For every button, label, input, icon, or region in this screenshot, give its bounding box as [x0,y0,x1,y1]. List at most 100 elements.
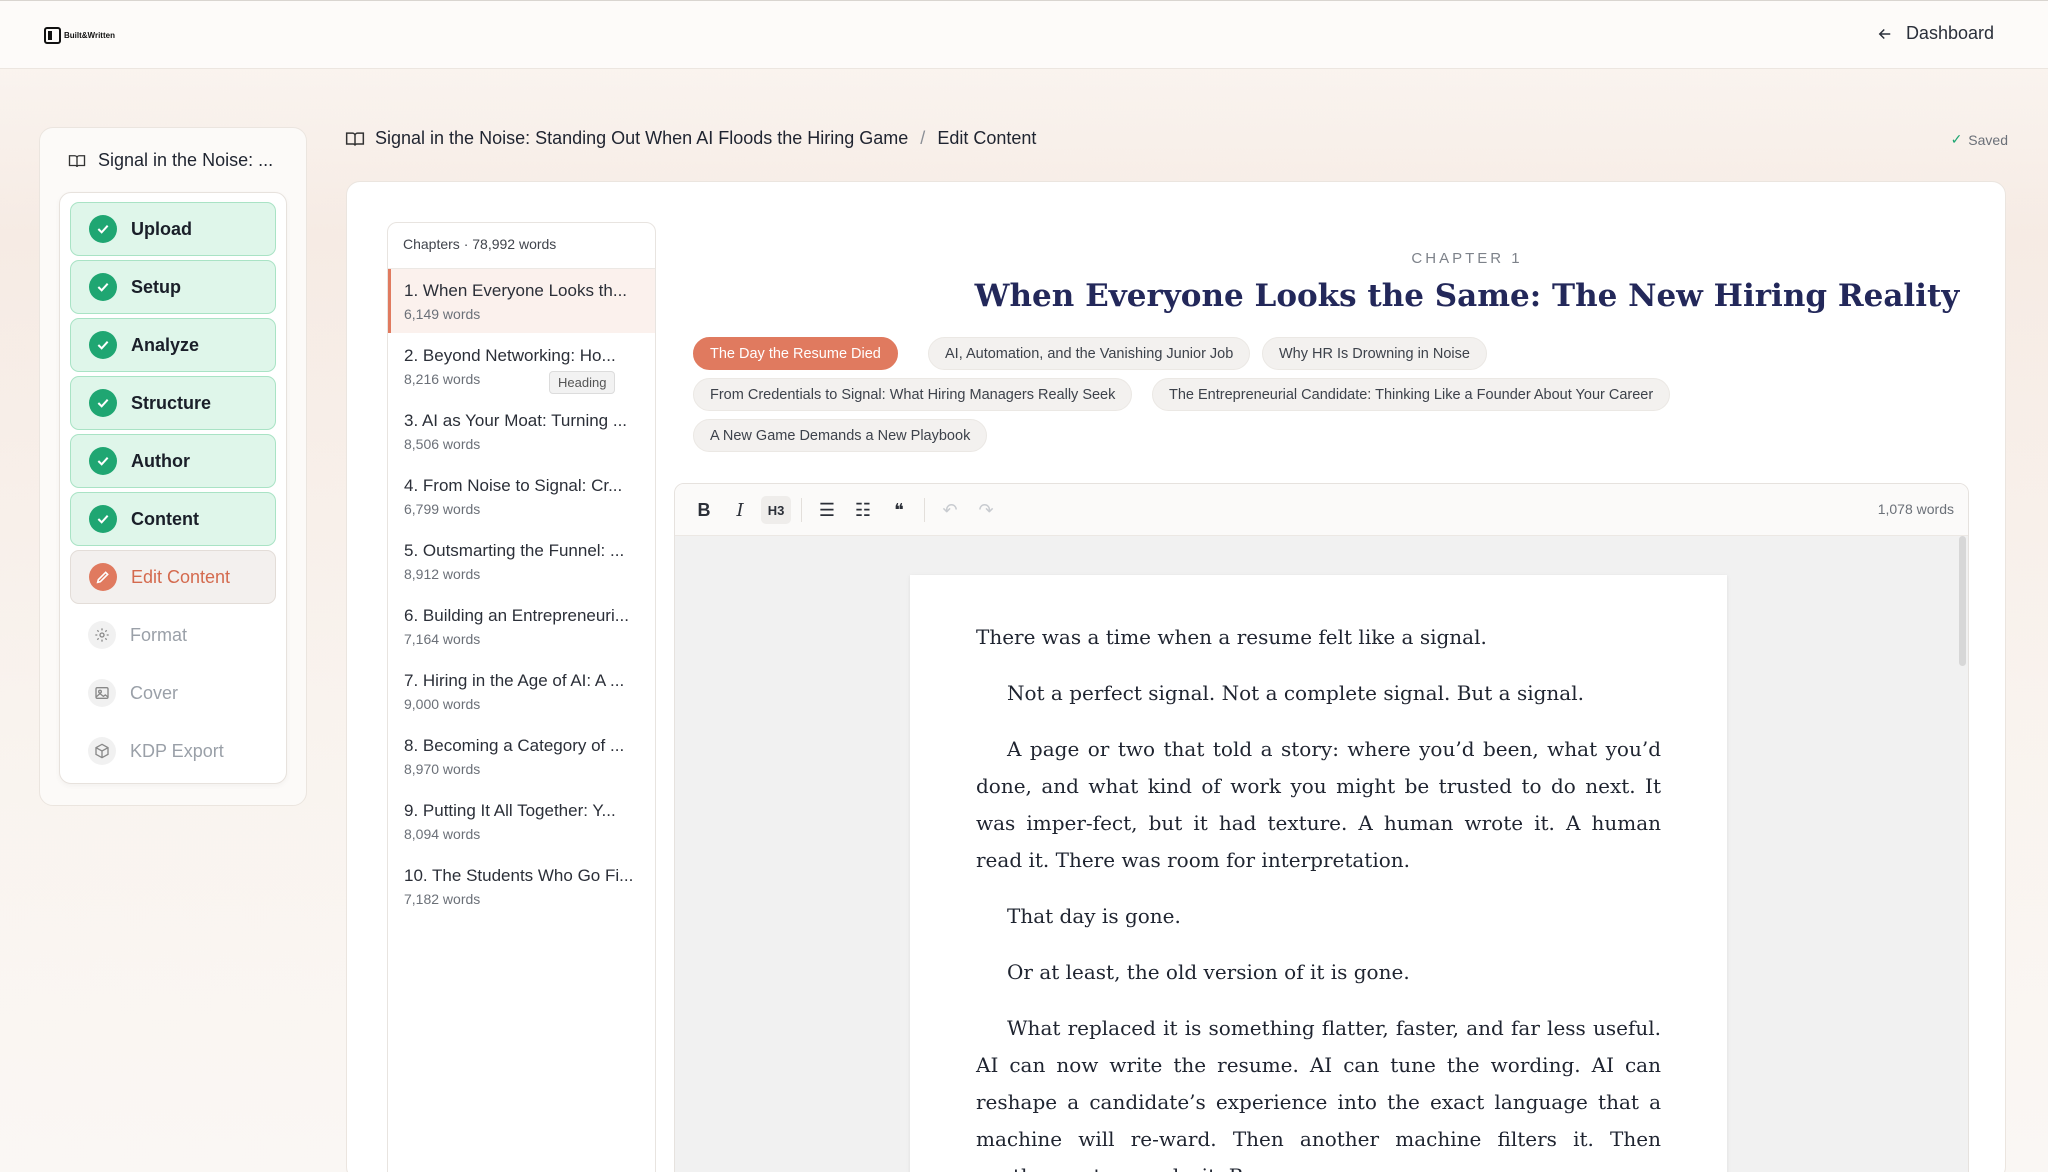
package-icon [88,737,116,765]
step-label: Setup [131,276,182,297]
chapter-words: 9,000 words [404,696,481,712]
section-pill[interactable]: The Entrepreneurial Candidate: Thinking … [1152,378,1671,411]
chapter-words: 8,506 words [404,436,481,452]
step-cover[interactable]: Cover [70,666,276,720]
paragraph[interactable]: That day is gone. [976,898,1661,935]
paragraph[interactable]: Not a perfect signal. Not a complete sig… [976,675,1661,712]
step-format[interactable]: Format [70,608,276,662]
chapter-title: 2. Beyond Networking: Ho... [404,346,616,365]
breadcrumb-separator: / [920,128,926,148]
section-pill[interactable]: From Credentials to Signal: What Hiring … [693,378,1133,411]
save-status-text: Saved [1968,131,2008,148]
chapter-item[interactable]: 8. Becoming a Category of ... 8,970 words [388,724,655,788]
check-circle-icon [89,505,117,533]
book-icon [345,131,365,146]
dashboard-label: Dashboard [1905,23,1994,43]
chapter-label: CHAPTER 1 [1411,250,1523,267]
step-label: Author [131,450,190,471]
editor-page[interactable]: There was a time when a resume felt like… [910,575,1727,1172]
check-circle-icon [89,389,117,417]
breadcrumb-current: Edit Content [937,128,1037,148]
step-content[interactable]: Content [70,492,276,546]
bullet-list-button[interactable]: ☰ [812,496,842,524]
chapter-item[interactable]: 9. Putting It All Together: Y... 8,094 wo… [388,789,655,853]
section-pill[interactable]: Why HR Is Drowning in Noise [1262,337,1487,370]
editor-toolbar: B I H3 ☰ ☷ ❝ ↶ ↷ 1,078 words [675,484,1968,536]
ordered-list-button[interactable]: ☷ [848,496,878,524]
step-label: Content [131,508,199,529]
chapter-words: 8,912 words [404,566,481,582]
chapter-words: 7,182 words [404,891,481,907]
chapter-title: 10. The Students Who Go Fi... [404,866,634,885]
chapter-item[interactable]: 1. When Everyone Looks th... 6,149 words [388,269,655,333]
section-pill[interactable]: A New Game Demands a New Playbook [693,419,988,452]
step-label: Upload [131,218,192,239]
word-count: 1,078 words [1877,501,1954,517]
logo-icon [44,27,61,44]
paragraph[interactable]: What replaced it is something flatter, f… [976,1010,1661,1172]
chapter-item[interactable]: 7. Hiring in the Age of AI: A ... 9,000 w… [388,659,655,723]
check-circle-icon [89,215,117,243]
chapter-item[interactable]: 5. Outsmarting the Funnel: ... 8,912 word… [388,529,655,593]
chapter-title: 3. AI as Your Moat: Turning ... [404,411,628,430]
step-setup[interactable]: Setup [70,260,276,314]
chapter-words: 8,094 words [404,826,481,842]
brand-logo[interactable]: Built&Written [44,27,115,44]
chapter-item[interactable]: 6. Building an Entrepreneuri... 7,164 wor… [388,594,655,658]
step-author[interactable]: Author [70,434,276,488]
step-analyze[interactable]: Analyze [70,318,276,372]
sidebar-book-title: Signal in the Noise: ... [68,150,273,171]
section-pill[interactable]: The Day the Resume Died [693,337,898,370]
chapter-title: 4. From Noise to Signal: Cr... [404,476,623,495]
chapter-list: Chapters · 78,992 words 1. When Everyone… [387,222,656,1172]
step-label: Format [130,624,188,645]
editor-scrollbar[interactable] [1959,536,1966,666]
chapter-item[interactable]: 3. AI as Your Moat: Turning ... 8,506 wor… [388,399,655,463]
step-edit-content[interactable]: Edit Content [70,550,276,604]
chapter-item[interactable]: 4. From Noise to Signal: Cr... 6,799 word… [388,464,655,528]
chapter-item[interactable]: 10. The Students Who Go Fi... 7,182 words [388,854,655,918]
section-pill[interactable]: AI, Automation, and the Vanishing Junior… [928,337,1251,370]
check-circle-icon [89,273,117,301]
image-icon [88,679,116,707]
check-circle-icon [89,447,117,475]
chapter-words: 7,164 words [404,631,481,647]
book-icon [68,154,86,167]
toolbar-divider [924,498,925,522]
step-label: Cover [130,682,179,703]
breadcrumb: Signal in the Noise: Standing Out When A… [345,128,1036,149]
paragraph[interactable]: There was a time when a resume felt like… [976,619,1661,656]
chapter-list-header: Chapters · 78,992 words [388,223,655,269]
step-upload[interactable]: Upload [70,202,276,256]
editor-canvas: There was a time when a resume felt like… [675,536,1968,1172]
tooltip: Heading [549,371,616,394]
italic-button[interactable]: I [725,496,755,524]
chapter-title: 9. Putting It All Together: Y... [404,801,616,820]
save-status: ✓ Saved [1951,131,2008,148]
arrow-left-icon [1878,28,1891,39]
quote-button[interactable]: ❝ [884,496,914,524]
chapter-words: 6,799 words [404,501,481,517]
chapter-title: 7. Hiring in the Age of AI: A ... [404,671,625,690]
bold-button[interactable]: B [689,496,719,524]
undo-button[interactable]: ↶ [935,496,965,524]
main-card: Chapters · 78,992 words 1. When Everyone… [346,181,2006,1172]
chapter-title: 8. Becoming a Category of ... [404,736,625,755]
paragraph[interactable]: A page or two that told a story: where y… [976,731,1661,879]
step-label: Edit Content [131,566,231,587]
heading-button[interactable]: H3 [761,496,791,524]
redo-button[interactable]: ↷ [971,496,1001,524]
gear-icon [88,621,116,649]
chapter-words: 8,970 words [404,761,481,777]
breadcrumb-book[interactable]: Signal in the Noise: Standing Out When A… [375,128,908,149]
dashboard-link[interactable]: Dashboard [1876,23,1994,44]
chapter-title: 6. Building an Entrepreneuri... [404,606,629,625]
step-label: Analyze [131,334,200,355]
top-bar: Built&Written Dashboard [0,0,2048,69]
step-label: Structure [131,392,212,413]
step-kdp-export[interactable]: KDP Export [70,724,276,778]
paragraph[interactable]: Or at least, the old version of it is go… [976,954,1661,991]
sidebar-title-text: Signal in the Noise: ... [98,150,274,170]
workflow-steps: Upload Setup Analyze Structure Author Co… [59,192,287,784]
step-structure[interactable]: Structure [70,376,276,430]
